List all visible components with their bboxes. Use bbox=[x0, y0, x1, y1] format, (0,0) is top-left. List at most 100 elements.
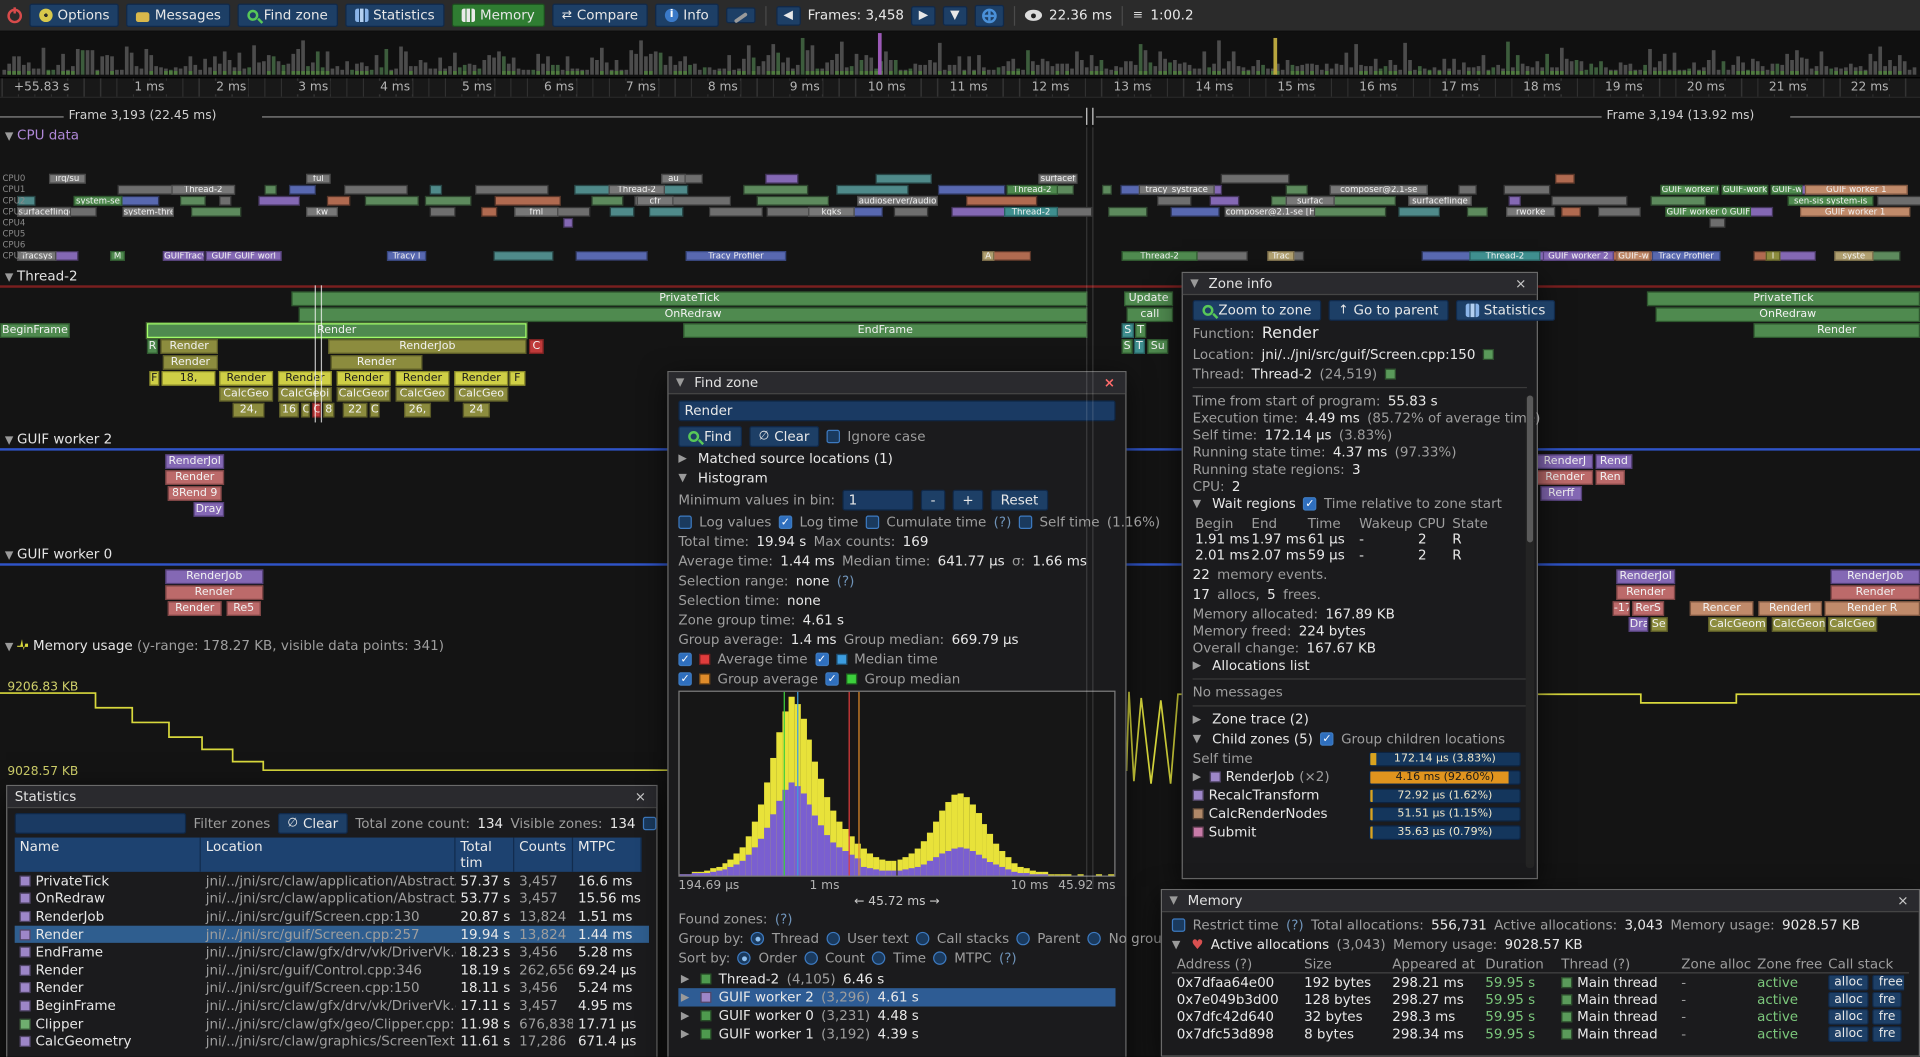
zone-bar[interactable]: Render R bbox=[1824, 601, 1920, 616]
cpu-segment[interactable] bbox=[836, 185, 908, 195]
cpu-segment-labeled[interactable]: I bbox=[1766, 251, 1781, 261]
expand-icon[interactable]: ▶ bbox=[681, 1010, 689, 1022]
zone-bar[interactable]: Render bbox=[396, 371, 450, 386]
ignore-case-checkbox[interactable] bbox=[827, 430, 840, 443]
cpu-segment-labeled[interactable]: kw bbox=[306, 207, 338, 217]
cpu-segment[interactable] bbox=[1311, 207, 1386, 217]
expand-icon[interactable]: ▶ bbox=[1193, 713, 1201, 725]
cpu-segment-labeled[interactable]: Tracy Profiler bbox=[686, 251, 786, 261]
zone-bar[interactable]: 8 bbox=[323, 403, 334, 418]
toolbar-button-memory[interactable]: Memory bbox=[452, 4, 545, 27]
zoom-to-zone-button[interactable]: Zoom to zone bbox=[1193, 300, 1322, 321]
zone-bar[interactable]: 18, bbox=[162, 371, 216, 386]
zone-bar[interactable]: RenderJol bbox=[1616, 569, 1675, 584]
memory-table-row[interactable]: 0x7e049b3d00128 bytes298.27 ms59.95 sMai… bbox=[1172, 991, 1909, 1008]
cpu-segment[interactable] bbox=[264, 185, 276, 195]
zone-bar[interactable]: Render bbox=[1753, 323, 1920, 338]
cpu-segment[interactable] bbox=[1598, 207, 1641, 217]
cpu-segment[interactable] bbox=[563, 218, 573, 228]
thread-header-guif-worker-2[interactable]: ▼GUIF worker 2 bbox=[5, 431, 112, 447]
cpu-segment-labeled[interactable]: composer@2.1-se [HW bbox=[1224, 207, 1315, 217]
cpu-segment[interactable] bbox=[1221, 174, 1290, 184]
cpu-segment-labeled[interactable]: GUIF-w bbox=[1616, 251, 1650, 261]
zone-bar[interactable]: CalcGeo bbox=[396, 387, 450, 402]
alloc-callstack-button[interactable]: alloc bbox=[1828, 1008, 1869, 1024]
zone-bar[interactable]: Update bbox=[1124, 291, 1173, 306]
memory-column-header[interactable]: Thread (?) bbox=[1556, 956, 1676, 972]
legend-checkbox-group-median[interactable]: ✓ bbox=[825, 672, 838, 685]
cpu-segment[interactable] bbox=[475, 185, 548, 195]
zone-bar[interactable]: S bbox=[1122, 339, 1133, 354]
cpu-segment[interactable] bbox=[258, 196, 300, 206]
expand-icon[interactable]: ▶ bbox=[678, 452, 686, 464]
cpu-segment-labeled[interactable]: ful bbox=[306, 174, 330, 184]
cpu-segment-labeled[interactable]: syste bbox=[1834, 251, 1873, 261]
cpu-segment-labeled[interactable]: Thread-2 bbox=[1122, 251, 1198, 261]
zone-bar[interactable]: Sel bbox=[1651, 617, 1668, 632]
zone-bar[interactable]: CalcGeo C bbox=[1828, 617, 1877, 632]
zone-bar[interactable]: 24, bbox=[233, 403, 265, 418]
stats-row[interactable]: Renderjni/../jni/src/guif/Control.cpp:34… bbox=[15, 961, 649, 979]
cpu-segment-labeled[interactable]: Thread-2 bbox=[609, 185, 665, 195]
cpu-segment[interactable] bbox=[120, 196, 159, 206]
frames-band[interactable]: Frame 3,193 (22.45 ms)Frame 3,194 (13.92… bbox=[0, 98, 1920, 127]
zone-bar[interactable]: C bbox=[312, 403, 321, 418]
cpu-segment-labeled[interactable]: system-thre bbox=[122, 207, 173, 217]
collapse-icon[interactable]: ▼ bbox=[1190, 277, 1198, 289]
cpu-segment[interactable] bbox=[1504, 185, 1551, 195]
cpu-segment-labeled[interactable]: Thread-2 bbox=[1469, 251, 1540, 261]
cpu-segment[interactable] bbox=[495, 196, 561, 206]
zone-bar[interactable]: Render bbox=[163, 355, 218, 370]
cpu-segment-labeled[interactable]: Thread-2 bbox=[1007, 185, 1058, 195]
cpu-segment[interactable] bbox=[425, 196, 472, 206]
stats-column-header[interactable]: Total tim bbox=[456, 838, 515, 872]
next-frame-button[interactable]: ▶ bbox=[911, 6, 935, 26]
stats-option-checkbox[interactable] bbox=[643, 817, 656, 830]
cpu-segment[interactable] bbox=[1108, 207, 1147, 217]
collapse-icon[interactable]: ▼ bbox=[1169, 894, 1177, 906]
found-zone-group-row[interactable]: ▶GUIF worker 1(3,192)4.39 s bbox=[678, 1025, 1115, 1043]
cpu-segment[interactable] bbox=[289, 185, 316, 195]
close-icon[interactable]: × bbox=[1512, 275, 1529, 292]
expand-icon[interactable]: ▶ bbox=[681, 991, 689, 1003]
zone-bar[interactable]: 26, bbox=[404, 403, 431, 418]
memory-column-header[interactable]: Zone alloc bbox=[1676, 956, 1752, 972]
zone-bar[interactable]: 8Rend 9 bbox=[168, 486, 222, 501]
cpu-segment-labeled[interactable]: system-se bbox=[73, 196, 122, 206]
cpu-segment[interactable] bbox=[709, 207, 763, 217]
stats-row[interactable]: Renderjni/../jni/src/guif/Screen.cpp:150… bbox=[15, 979, 649, 997]
cpu-segment-labeled[interactable]: GUIF-work bbox=[1722, 185, 1769, 195]
collapse-icon[interactable]: ▼ bbox=[678, 472, 686, 484]
zone-bar[interactable]: S bbox=[1122, 323, 1134, 338]
reset-button[interactable]: Reset bbox=[991, 490, 1048, 511]
option-checkbox-cumulate-time[interactable] bbox=[866, 516, 879, 529]
cpu-segment-labeled[interactable]: A bbox=[982, 251, 994, 261]
memory-table-row[interactable]: 0x7dfaa64e00192 bytes298.21 ms59.95 sMai… bbox=[1172, 973, 1909, 990]
zone-bar[interactable]: CalcGeo bbox=[454, 387, 508, 402]
cpu-segment[interactable] bbox=[191, 207, 241, 217]
collapse-icon[interactable]: ▼ bbox=[676, 377, 684, 389]
zone-bar[interactable]: PrivateTick bbox=[291, 291, 1087, 306]
min-bin-input[interactable] bbox=[842, 490, 913, 511]
cpu-segment-labeled[interactable]: GUIF worker 0 bbox=[1660, 185, 1719, 195]
cpu-segment[interactable] bbox=[938, 185, 1005, 195]
cpu-segment[interactable] bbox=[876, 174, 932, 184]
cpu-segment-labeled[interactable]: composer@2.1-se bbox=[1330, 185, 1428, 195]
cpu-segment[interactable] bbox=[1171, 207, 1220, 217]
zone-bar[interactable]: Re5 bbox=[227, 601, 261, 616]
zone-bar[interactable]: BeginFrame bbox=[0, 323, 70, 338]
cpu-segment[interactable] bbox=[966, 196, 1037, 206]
cpu-segment-labeled[interactable]: fml bbox=[514, 207, 558, 217]
zone-bar[interactable]: RenderJob bbox=[1831, 569, 1920, 584]
cpu-segment[interactable] bbox=[757, 196, 829, 206]
zone-bar[interactable]: Render bbox=[278, 371, 332, 386]
cpu-segment-labeled[interactable]: sen-sis system-is bbox=[1788, 196, 1874, 206]
cpu-segment[interactable] bbox=[1458, 185, 1476, 195]
goto-frame-button[interactable] bbox=[974, 4, 1003, 26]
zone-bar[interactable]: Render bbox=[147, 323, 527, 338]
cpu-segment[interactable] bbox=[1555, 174, 1575, 184]
stats-row[interactable]: RenderJobjni/../jni/src/guif/Screen.cpp:… bbox=[15, 908, 649, 926]
zone-bar[interactable]: Render bbox=[337, 371, 391, 386]
zone-bar[interactable]: CalcGeoi bbox=[278, 387, 332, 402]
free-callstack-button[interactable]: fre bbox=[1873, 1008, 1902, 1024]
